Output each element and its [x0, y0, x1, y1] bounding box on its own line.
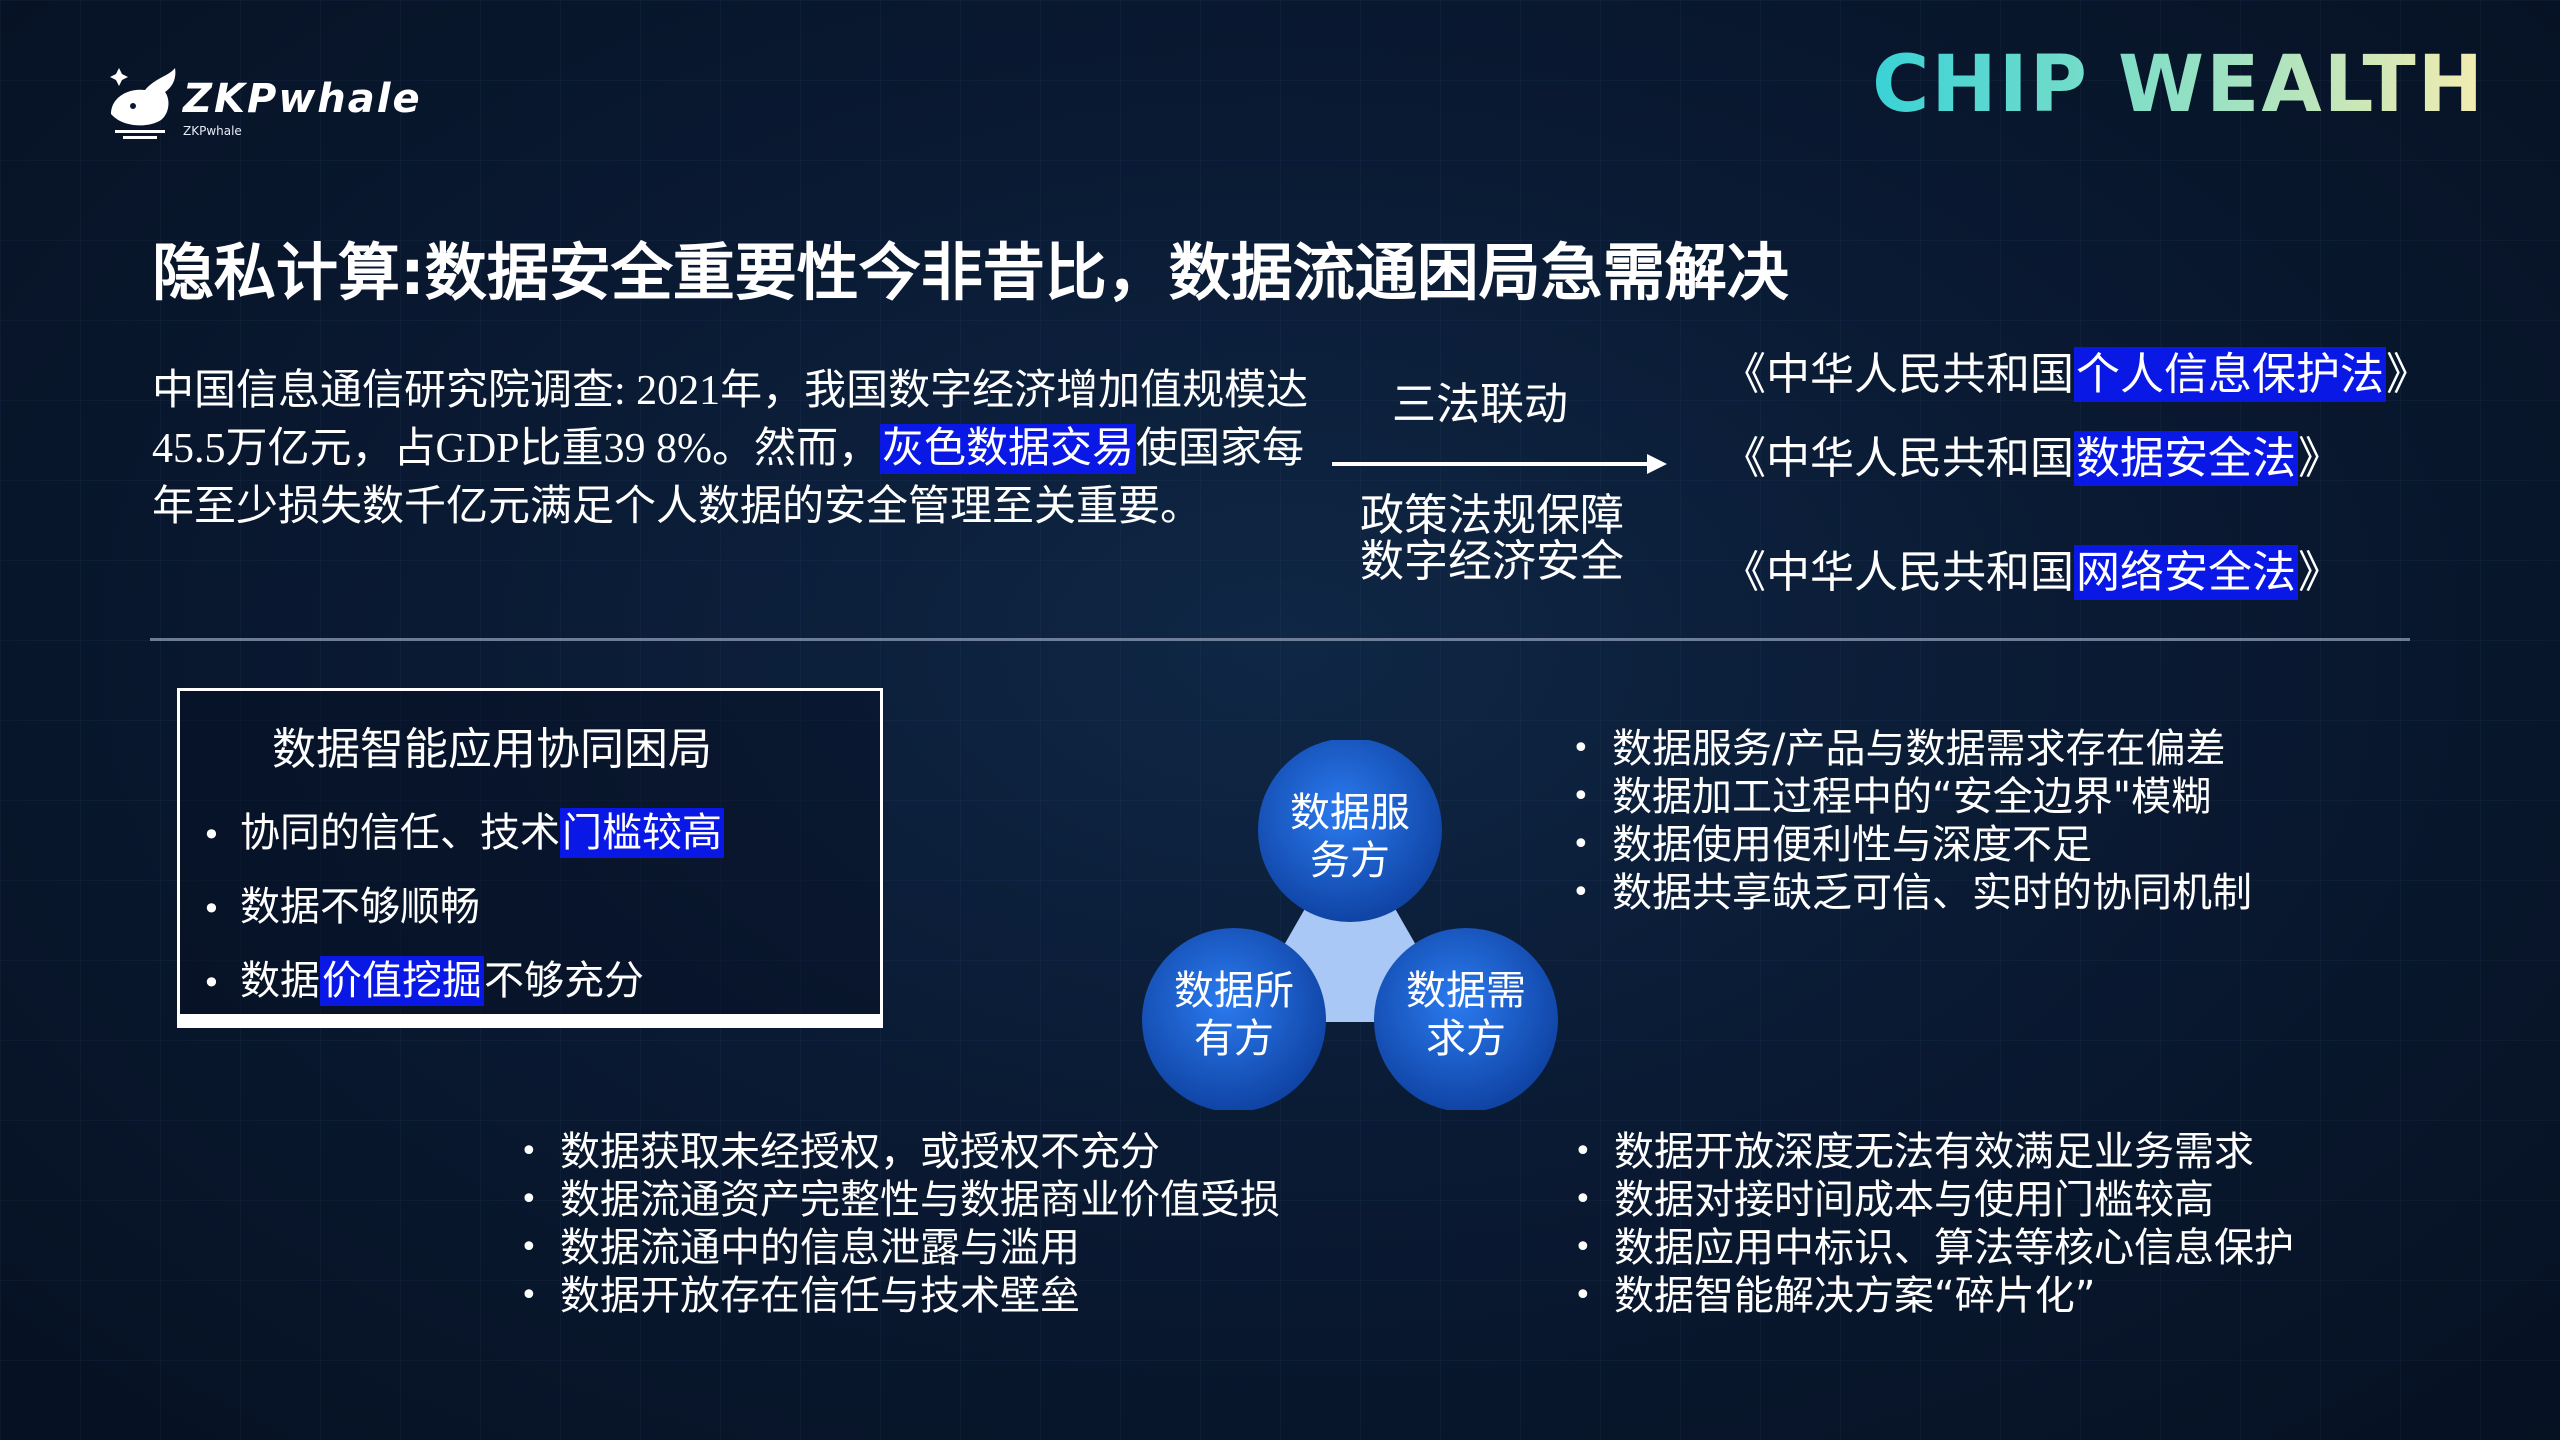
logo-name: ZKPwhale [183, 76, 422, 122]
dilemma-box: 数据智能应用协同困局 协同的信任、技术门槛较高 数据不够顺畅 数据价值挖掘不够充… [177, 688, 883, 1028]
law-suffix: 》 [2298, 547, 2342, 598]
three-law-label: 三法联动 [1392, 379, 1568, 430]
law-item: 《中华人民共和国网络安全法》 [1722, 536, 2342, 600]
law-prefix: 《中华人民共和国 [1722, 349, 2074, 400]
item-highlight: 门槛较高 [560, 808, 724, 858]
law-prefix: 《中华人民共和国 [1722, 547, 2074, 598]
policy-line-1: 政策法规保障 [1360, 490, 1624, 541]
owner-label-1: 数据所 [1174, 968, 1294, 1014]
list-item: 数据加工过程中的“安全边界"模糊 [1572, 773, 2252, 821]
list-item: 数据使用便利性与深度不足 [1572, 821, 2252, 869]
whale-icon [110, 68, 176, 139]
item-text: 数据不够顺畅 [240, 884, 480, 930]
policy-line-2: 数字经济安全 [1360, 536, 1624, 587]
box-list: 协同的信任、技术门槛较高 数据不够顺畅 数据价值挖掘不够充分 [202, 797, 724, 1019]
law-prefix: 《中华人民共和国 [1722, 433, 2074, 484]
stakeholder-diagram: 数据服 务方 数据所 有方 数据需 求方 [1142, 740, 1558, 1110]
logo: ZKPwhale ZKPwhale [105, 58, 425, 148]
list-item: 数据开放深度无法有效满足业务需求 [1574, 1128, 2294, 1176]
law-suffix: 》 [2298, 433, 2342, 484]
law-highlight: 个人信息保护法 [2074, 347, 2386, 402]
law-highlight: 数据安全法 [2074, 431, 2298, 486]
list-item: 数据智能解决方案“碎片化” [1574, 1272, 2294, 1320]
policy-label: 政策法规保障 数字经济安全 [1360, 493, 1624, 585]
list-item: 数据共享缺乏可信、实时的协同机制 [1572, 869, 2252, 917]
section-divider [150, 638, 2410, 641]
list-item: 数据开放存在信任与技术壁垒 [520, 1272, 1280, 1320]
logo-subtext: ZKPwhale [183, 124, 242, 138]
item-highlight: 价值挖掘 [320, 956, 484, 1006]
demand-points: 数据开放深度无法有效满足业务需求 数据对接时间成本与使用门槛较高 数据应用中标识… [1574, 1128, 2294, 1320]
item-text: 数据 [240, 958, 320, 1004]
owner-label-2: 有方 [1194, 1016, 1274, 1062]
box-title: 数据智能应用协同困局 [272, 724, 712, 775]
law-highlight: 网络安全法 [2074, 545, 2298, 600]
list-item: 数据获取未经授权，或授权不充分 [520, 1128, 1280, 1176]
list-item: 数据流通资产完整性与数据商业价值受损 [520, 1176, 1280, 1224]
page-title: 隐私计算:数据安全重要性今非昔比，数据流通困局急需解决 [152, 236, 1789, 309]
list-item: 数据流通中的信息泄露与滥用 [520, 1224, 1280, 1272]
arrow-right-icon [1332, 454, 1667, 474]
list-item: 数据服务/产品与数据需求存在偏差 [1572, 725, 2252, 773]
intro-paragraph: 中国信息通信研究院调查: 2021年，我国数字经济增加值规模达45.5万亿元，占… [152, 362, 1332, 536]
law-suffix: 》 [2386, 349, 2430, 400]
intro-highlight: 灰色数据交易 [880, 424, 1137, 474]
item-text: 不够充分 [484, 958, 644, 1004]
law-item: 《中华人民共和国个人信息保护法》 [1722, 338, 2430, 402]
owner-points: 数据获取未经授权，或授权不充分 数据流通资产完整性与数据商业价值受损 数据流通中… [520, 1128, 1280, 1320]
brand-title: CHIP WEALTH [1872, 40, 2485, 130]
list-item: 数据价值挖掘不够充分 [202, 945, 724, 1019]
service-points: 数据服务/产品与数据需求存在偏差 数据加工过程中的“安全边界"模糊 数据使用便利… [1572, 725, 2252, 917]
list-item: 数据不够顺畅 [202, 871, 724, 945]
item-text: 协同的信任、技术 [240, 810, 560, 856]
demand-label-2: 求方 [1426, 1016, 1506, 1062]
demand-label-1: 数据需 [1406, 968, 1526, 1014]
list-item: 数据对接时间成本与使用门槛较高 [1574, 1176, 2294, 1224]
law-item: 《中华人民共和国数据安全法》 [1722, 422, 2342, 486]
service-label-1: 数据服 [1290, 790, 1410, 836]
box-bottom-bar [180, 1014, 880, 1028]
list-item: 协同的信任、技术门槛较高 [202, 797, 724, 871]
list-item: 数据应用中标识、算法等核心信息保护 [1574, 1224, 2294, 1272]
service-label-2: 务方 [1310, 838, 1390, 884]
